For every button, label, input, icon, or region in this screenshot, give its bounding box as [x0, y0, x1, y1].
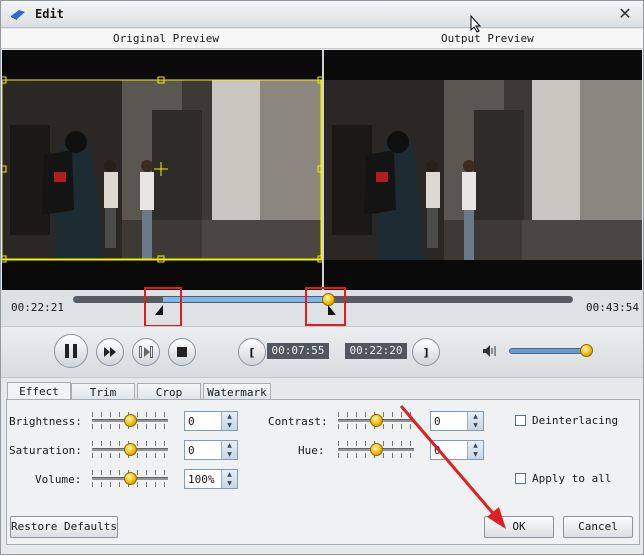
preview-labels: Original Preview Output Preview [1, 29, 643, 49]
saturation-spinbox[interactable]: 0 ▲ ▼ [184, 440, 238, 460]
app-logo-icon [11, 10, 25, 20]
hue-slider[interactable] [338, 438, 414, 460]
volume-icon[interactable] [482, 344, 498, 358]
trim-range-fill [163, 297, 328, 302]
contrast-label: Contrast: [268, 415, 328, 428]
right-bracket-icon: ] [423, 345, 429, 359]
spin-arrows-icon[interactable]: ▲ ▼ [221, 441, 237, 459]
hue-spinbox[interactable]: 0 ▲ ▼ [430, 440, 484, 460]
pause-button[interactable] [54, 334, 88, 368]
original-preview-video [2, 50, 322, 290]
deinterlacing-checkbox[interactable] [515, 415, 526, 426]
next-frame-button[interactable] [132, 338, 160, 366]
saturation-label: Saturation: [9, 444, 82, 457]
close-icon[interactable]: ✕ [615, 4, 635, 24]
mouse-cursor-icon [470, 15, 482, 33]
brightness-spinbox[interactable]: 0 ▲ ▼ [184, 411, 238, 431]
deinterlacing-label: Deinterlacing [532, 414, 619, 427]
current-time: 00:22:21 [11, 301, 64, 314]
contrast-spinbox[interactable]: 0 ▲ ▼ [430, 411, 484, 431]
stop-icon [177, 347, 187, 357]
next-frame-icon [139, 346, 153, 358]
hue-slider-knob[interactable] [370, 443, 383, 456]
trim-end-highlight [305, 287, 346, 326]
apply-to-all-label: Apply to all [532, 472, 612, 485]
volume-setting-slider[interactable] [92, 467, 168, 489]
edit-window: Edit ✕ Original Preview Output Preview 0… [0, 0, 644, 555]
brightness-label: Brightness: [9, 415, 82, 428]
stop-button[interactable] [168, 338, 196, 366]
spin-arrows-icon[interactable]: ▲ ▼ [467, 441, 483, 459]
trim-end-time[interactable]: 00:22:20 [345, 343, 407, 359]
set-start-button[interactable]: [ [238, 338, 266, 366]
output-preview-video [324, 50, 642, 290]
window-title: Edit [35, 7, 64, 21]
left-bracket-icon: [ [249, 345, 255, 359]
trim-start-time[interactable]: 00:07:55 [267, 343, 329, 359]
volume-label: Volume: [35, 473, 82, 486]
brightness-slider[interactable] [92, 409, 168, 431]
set-end-button[interactable]: ] [412, 338, 440, 366]
saturation-slider[interactable] [92, 438, 168, 460]
trim-start-highlight [144, 287, 182, 327]
fast-forward-icon [104, 347, 116, 357]
saturation-slider-knob[interactable] [124, 443, 137, 456]
ok-button[interactable]: OK [484, 516, 554, 538]
pause-icon [65, 344, 77, 358]
brightness-slider-knob[interactable] [124, 414, 137, 427]
restore-defaults-button[interactable]: Restore Defaults [10, 516, 118, 538]
output-preview-label: Output Preview [441, 32, 534, 45]
spin-arrows-icon[interactable]: ▲ ▼ [467, 412, 483, 430]
title-bar: Edit ✕ [1, 1, 643, 28]
cancel-button[interactable]: Cancel [563, 516, 633, 538]
original-preview-label: Original Preview [113, 32, 219, 45]
fast-forward-button[interactable] [96, 338, 124, 366]
apply-to-all-checkbox[interactable] [515, 473, 526, 484]
volume-setting-knob[interactable] [124, 472, 137, 485]
total-duration: 00:43:54 [586, 301, 639, 314]
contrast-slider[interactable] [338, 409, 414, 431]
volume-spinbox[interactable]: 100% ▲ ▼ [184, 469, 238, 489]
contrast-slider-knob[interactable] [370, 414, 383, 427]
spin-arrows-icon[interactable]: ▲ ▼ [221, 470, 237, 488]
spin-arrows-icon[interactable]: ▲ ▼ [221, 412, 237, 430]
hue-label: Hue: [298, 444, 325, 457]
